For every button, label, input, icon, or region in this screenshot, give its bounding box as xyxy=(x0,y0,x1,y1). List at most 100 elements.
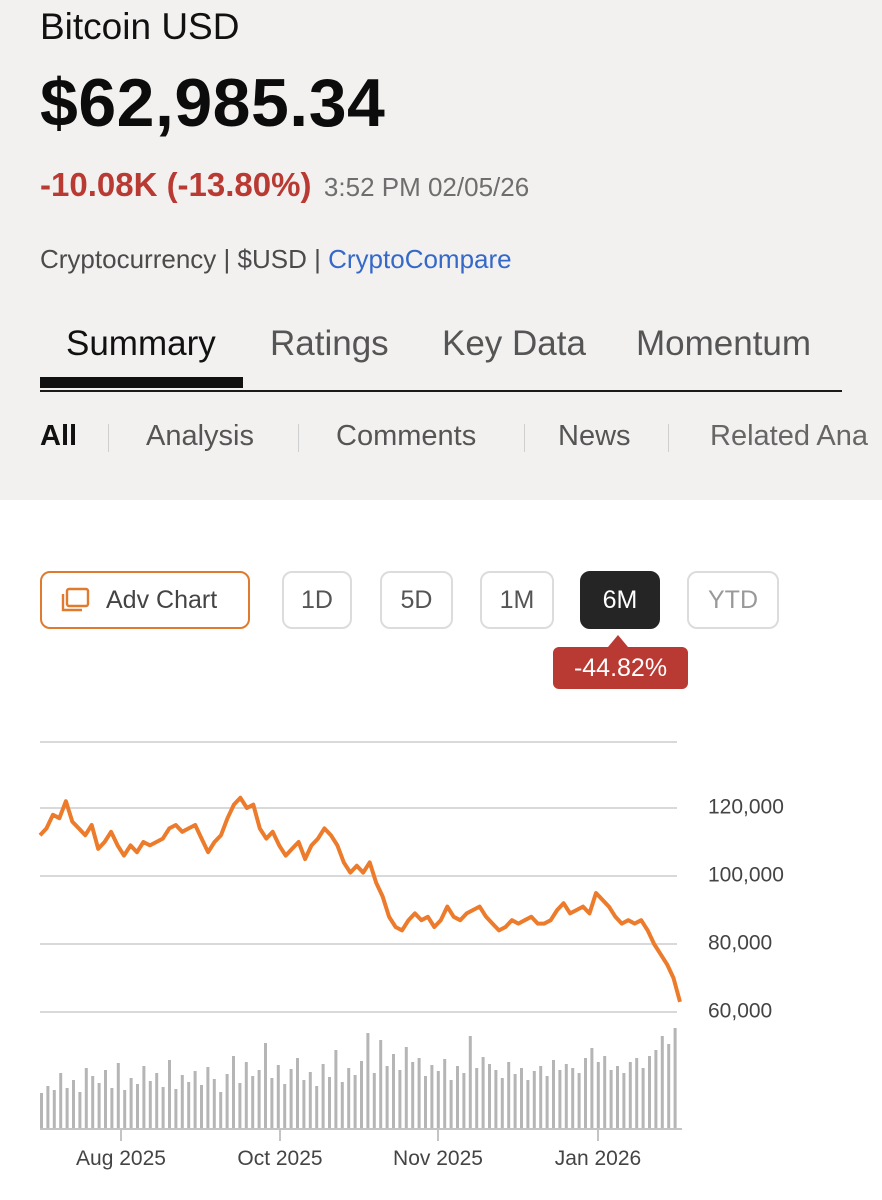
volume-bar xyxy=(340,1082,344,1128)
volume-bar xyxy=(283,1084,287,1128)
volume-bar xyxy=(129,1078,133,1128)
volume-bar xyxy=(443,1059,447,1128)
volume-bar xyxy=(616,1066,619,1128)
volume-bar xyxy=(123,1090,127,1128)
range-ytd-button[interactable]: YTD xyxy=(687,571,779,629)
period-change-pointer xyxy=(608,635,628,647)
asset-name: Bitcoin USD xyxy=(40,6,240,47)
volume-bar xyxy=(264,1043,267,1128)
chart-grid xyxy=(40,741,677,1013)
range-6m-button[interactable]: 6M xyxy=(580,571,660,629)
tab-ratings[interactable]: Ratings xyxy=(270,324,389,364)
filter-related-analysis[interactable]: Related Ana xyxy=(710,420,868,453)
volume-bar xyxy=(225,1074,229,1128)
volume-bar xyxy=(328,1077,331,1128)
volume-bar xyxy=(219,1092,223,1128)
y-tick-label: 100,000 xyxy=(708,864,784,887)
range-5d-button[interactable]: 5D xyxy=(380,571,453,629)
volume-bar xyxy=(398,1070,402,1128)
volume-bar xyxy=(187,1082,191,1128)
volume-bar xyxy=(180,1075,184,1128)
volume-bar xyxy=(116,1063,120,1128)
volume-bar xyxy=(436,1071,440,1128)
chart-window-icon xyxy=(61,587,90,612)
volume-bar xyxy=(200,1085,203,1128)
volume-bar xyxy=(270,1078,274,1128)
volume-bar xyxy=(500,1078,504,1128)
volume-bar xyxy=(424,1076,427,1128)
divider xyxy=(524,424,525,452)
volume-bar xyxy=(379,1040,383,1128)
data-source-link[interactable]: CryptoCompare xyxy=(328,244,512,274)
volume-bar xyxy=(46,1086,50,1128)
range-1d-button[interactable]: 1D xyxy=(282,571,352,629)
volume-bar xyxy=(52,1090,56,1128)
volume-bar xyxy=(507,1062,511,1128)
filter-all[interactable]: All xyxy=(40,420,77,453)
filter-comments[interactable]: Comments xyxy=(336,420,476,453)
divider xyxy=(668,424,669,452)
adv-chart-button[interactable]: Adv Chart xyxy=(40,571,250,629)
volume-bar xyxy=(456,1066,459,1128)
volume-bar xyxy=(257,1070,261,1128)
volume-bar xyxy=(366,1033,370,1128)
volume-bar xyxy=(372,1073,376,1128)
volume-bars xyxy=(40,1028,677,1128)
volume-bar xyxy=(232,1056,235,1128)
divider xyxy=(108,424,109,452)
volume-bar xyxy=(520,1068,523,1128)
change-row: -10.08K (-13.80%) 3:52 PM 02/05/26 xyxy=(40,166,529,204)
volume-bar xyxy=(526,1080,530,1128)
volume-bar xyxy=(628,1062,632,1128)
volume-bar xyxy=(238,1083,242,1128)
volume-bar xyxy=(468,1036,472,1128)
volume-bar xyxy=(84,1068,88,1128)
volume-bar xyxy=(136,1084,139,1128)
tab-summary[interactable]: Summary xyxy=(66,324,216,364)
volume-bar xyxy=(212,1079,216,1128)
meta-separator: | xyxy=(314,244,321,274)
volume-bar xyxy=(577,1073,581,1128)
filter-analysis[interactable]: Analysis xyxy=(146,420,254,453)
volume-bar xyxy=(91,1076,95,1128)
volume-bar xyxy=(72,1080,75,1128)
volume-bar xyxy=(571,1068,575,1128)
main-tabs: Summary Ratings Key Data Momentum xyxy=(40,320,842,392)
asset-currency: $USD xyxy=(237,244,307,274)
volume-bar xyxy=(513,1074,517,1128)
y-tick-label: 60,000 xyxy=(708,1000,772,1023)
divider xyxy=(298,424,299,452)
asset-meta: Cryptocurrency | $USD | CryptoCompare xyxy=(40,244,512,275)
quote-header: Bitcoin USD $62,985.34 -10.08K (-13.80%)… xyxy=(0,0,882,500)
volume-bar xyxy=(353,1075,357,1128)
filter-news[interactable]: News xyxy=(558,420,631,453)
volume-bar xyxy=(481,1057,485,1128)
x-tick-label: Nov 2025 xyxy=(393,1147,483,1170)
volume-bar xyxy=(545,1076,549,1128)
volume-bar xyxy=(78,1092,82,1128)
quote-timestamp: 3:52 PM 02/05/26 xyxy=(323,172,530,202)
volume-bar xyxy=(596,1062,600,1128)
volume-bar xyxy=(385,1066,389,1128)
price-chart[interactable]: 120,000 100,000 80,000 60,000 Aug 2025 Oct 2… xyxy=(0,700,882,1200)
tab-key-data[interactable]: Key Data xyxy=(442,324,586,364)
volume-bar xyxy=(347,1068,351,1128)
volume-bar xyxy=(404,1047,408,1128)
active-tab-indicator xyxy=(40,377,243,388)
volume-bar xyxy=(142,1066,146,1128)
volume-bar xyxy=(475,1068,479,1128)
volume-bar xyxy=(564,1064,568,1128)
range-1m-button[interactable]: 1M xyxy=(480,571,554,629)
x-tick-label: Jan 2026 xyxy=(555,1147,641,1170)
volume-bar xyxy=(660,1036,664,1128)
volume-bar xyxy=(65,1088,69,1128)
tab-momentum[interactable]: Momentum xyxy=(636,324,811,364)
volume-bar xyxy=(334,1050,338,1128)
volume-bar xyxy=(155,1073,159,1128)
volume-bar xyxy=(673,1028,677,1128)
volume-bar xyxy=(667,1044,671,1128)
volume-bar xyxy=(392,1054,395,1128)
volume-bar xyxy=(59,1073,63,1128)
volume-bar xyxy=(104,1070,107,1128)
volume-bar xyxy=(648,1056,651,1128)
